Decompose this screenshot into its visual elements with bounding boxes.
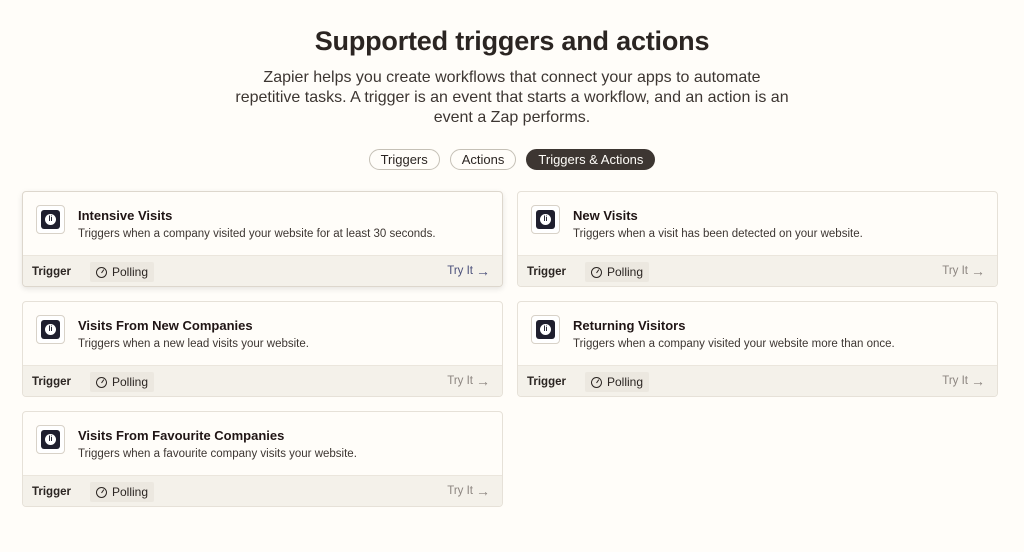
card-description: Triggers when a favourite company visits… bbox=[78, 448, 357, 460]
try-it-button[interactable]: Try It → bbox=[942, 264, 985, 278]
card-footer: Trigger Polling Try It → bbox=[23, 475, 502, 506]
trigger-card[interactable]: li Intensive Visits Triggers when a comp… bbox=[22, 191, 503, 287]
leadinfo-app-icon: li bbox=[36, 425, 65, 454]
card-header: li Visits From New Companies Triggers wh… bbox=[23, 302, 502, 365]
clock-icon bbox=[96, 486, 107, 498]
leadinfo-app-icon: li bbox=[36, 205, 65, 234]
arrow-right-icon: → bbox=[476, 483, 490, 499]
page: Supported triggers and actions Zapier he… bbox=[0, 0, 1024, 552]
polling-badge: Polling bbox=[90, 372, 155, 392]
card-title: Visits From Favourite Companies bbox=[78, 428, 285, 443]
tab-actions[interactable]: Actions bbox=[449, 149, 517, 170]
page-subtitle: Zapier helps you create workflows that c… bbox=[235, 69, 789, 126]
leadinfo-app-icon: li bbox=[531, 315, 560, 344]
leadinfo-app-icon: li bbox=[531, 205, 560, 234]
polling-label: Polling bbox=[607, 265, 644, 279]
card-footer: Trigger Polling Try It → bbox=[518, 255, 997, 286]
try-it-label: Try It bbox=[942, 375, 968, 387]
clock-icon bbox=[591, 376, 602, 388]
tab-triggers-and-actions[interactable]: Triggers & Actions bbox=[526, 149, 656, 170]
clock-icon bbox=[96, 266, 107, 278]
arrow-right-icon: → bbox=[971, 263, 985, 279]
card-description: Triggers when a company visited your web… bbox=[78, 228, 436, 240]
card-description: Triggers when a visit has been detected … bbox=[573, 228, 863, 240]
card-type-label: Trigger bbox=[32, 486, 71, 498]
tab-triggers[interactable]: Triggers bbox=[368, 149, 440, 170]
polling-badge: Polling bbox=[90, 262, 155, 282]
card-type-label: Trigger bbox=[32, 376, 71, 388]
card-footer: Trigger Polling Try It → bbox=[23, 255, 502, 286]
try-it-button[interactable]: Try It → bbox=[447, 484, 490, 498]
card-description: Triggers when a new lead visits your web… bbox=[78, 338, 309, 350]
card-title: New Visits bbox=[573, 208, 638, 223]
polling-badge: Polling bbox=[585, 262, 650, 282]
page-title: Supported triggers and actions bbox=[314, 26, 710, 56]
card-type-label: Trigger bbox=[32, 266, 71, 278]
card-title: Intensive Visits bbox=[78, 208, 173, 223]
clock-icon bbox=[591, 266, 602, 278]
try-it-label: Try It bbox=[447, 485, 473, 497]
polling-label: Polling bbox=[112, 265, 149, 279]
card-header: li Returning Visitors Triggers when a co… bbox=[518, 302, 997, 365]
card-header: li New Visits Triggers when a visit has … bbox=[518, 192, 997, 255]
trigger-card[interactable]: li Visits From Favourite Companies Trigg… bbox=[22, 411, 503, 507]
filter-tabs: Triggers Actions Triggers & Actions bbox=[0, 149, 1024, 170]
card-footer: Trigger Polling Try It → bbox=[23, 365, 502, 396]
card-footer: Trigger Polling Try It → bbox=[518, 365, 997, 396]
trigger-card[interactable]: li Returning Visitors Triggers when a co… bbox=[517, 301, 998, 397]
arrow-right-icon: → bbox=[476, 373, 490, 389]
card-title: Returning Visitors bbox=[573, 318, 686, 333]
card-header: li Intensive Visits Triggers when a comp… bbox=[23, 192, 502, 255]
polling-badge: Polling bbox=[585, 372, 650, 392]
card-description: Triggers when a company visited your web… bbox=[573, 338, 895, 350]
try-it-button[interactable]: Try It → bbox=[447, 264, 490, 278]
try-it-label: Try It bbox=[447, 375, 473, 387]
try-it-label: Try It bbox=[447, 265, 473, 277]
polling-label: Polling bbox=[112, 375, 149, 389]
polling-label: Polling bbox=[112, 485, 149, 499]
try-it-label: Try It bbox=[942, 265, 968, 277]
card-title: Visits From New Companies bbox=[78, 318, 253, 333]
clock-icon bbox=[96, 376, 107, 388]
trigger-card[interactable]: li Visits From New Companies Triggers wh… bbox=[22, 301, 503, 397]
try-it-button[interactable]: Try It → bbox=[447, 374, 490, 388]
card-header: li Visits From Favourite Companies Trigg… bbox=[23, 412, 502, 475]
arrow-right-icon: → bbox=[476, 263, 490, 279]
polling-label: Polling bbox=[607, 375, 644, 389]
card-type-label: Trigger bbox=[527, 266, 566, 278]
card-type-label: Trigger bbox=[527, 376, 566, 388]
arrow-right-icon: → bbox=[971, 373, 985, 389]
try-it-button[interactable]: Try It → bbox=[942, 374, 985, 388]
leadinfo-app-icon: li bbox=[36, 315, 65, 344]
polling-badge: Polling bbox=[90, 482, 155, 502]
trigger-card[interactable]: li New Visits Triggers when a visit has … bbox=[517, 191, 998, 287]
